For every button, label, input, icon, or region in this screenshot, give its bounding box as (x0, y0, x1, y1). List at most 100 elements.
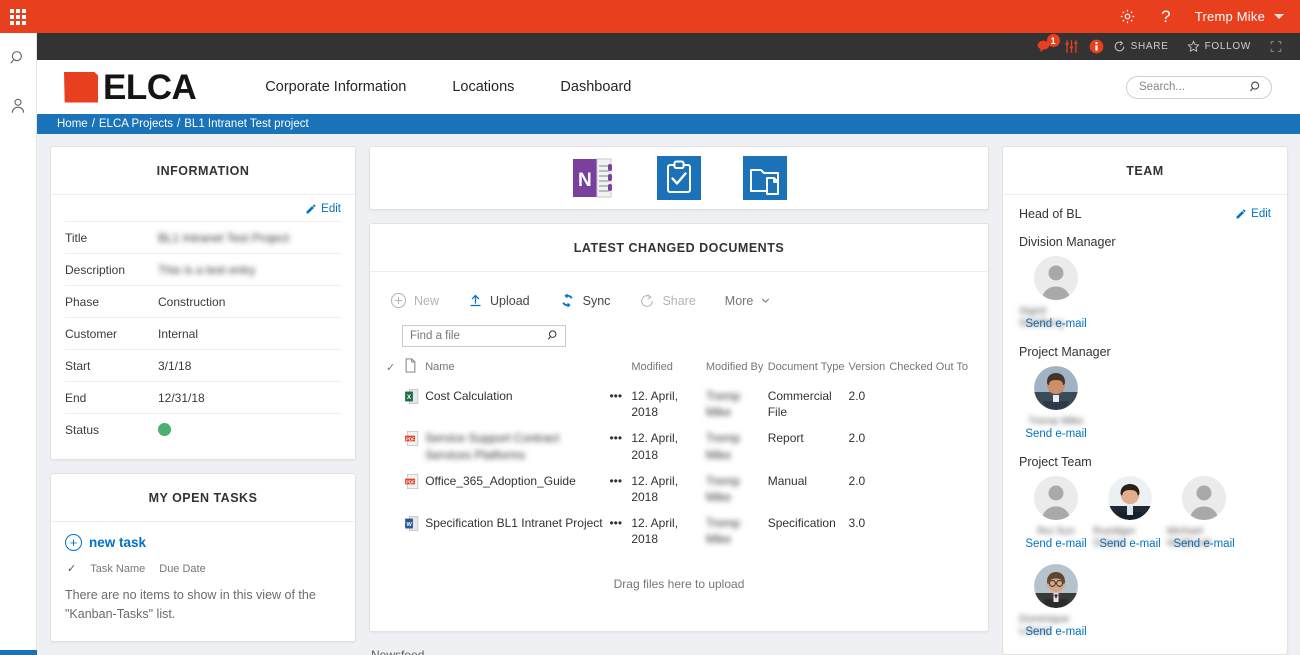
row-checkbox[interactable] (386, 468, 404, 510)
column-checked-out-to[interactable]: Checked Out To (889, 354, 972, 383)
app-launcher-button[interactable] (0, 0, 36, 33)
row-checked-out-to (889, 425, 972, 467)
info-row-start: Start 3/1/18 (65, 349, 341, 381)
folder-document-icon (743, 156, 787, 200)
column-modified[interactable]: Modified (631, 354, 706, 383)
row-checkbox[interactable] (386, 510, 404, 552)
avatar[interactable] (1034, 256, 1078, 300)
row-name[interactable]: Specification BL1 Intranet Project (425, 510, 609, 552)
information-edit-label: Edit (321, 203, 341, 215)
help-button[interactable]: ? (1147, 0, 1185, 33)
focus-mode-button[interactable] (1260, 33, 1292, 60)
table-row[interactable]: PDF Office_365_Adoption_Guide ••• 12. Ap… (386, 468, 972, 510)
row-name[interactable]: Office_365_Adoption_Guide (425, 468, 609, 510)
follow-button[interactable]: FOLLOW (1178, 33, 1260, 60)
left-rail (0, 33, 37, 655)
row-file-icon: W (404, 510, 425, 552)
share-button[interactable]: SHARE (1104, 33, 1178, 60)
avatar[interactable] (1034, 564, 1078, 608)
avatar[interactable] (1034, 476, 1078, 520)
avatar[interactable] (1034, 366, 1078, 410)
user-menu[interactable]: Tremp Mike (1185, 9, 1290, 24)
row-document-type: Commercial File (768, 383, 849, 425)
column-actions (609, 354, 631, 383)
nav-item-locations[interactable]: Locations (429, 73, 537, 101)
site-search (1126, 76, 1272, 99)
share-label: SHARE (1131, 41, 1169, 52)
search-icon[interactable] (1249, 80, 1263, 99)
row-name-redacted[interactable]: Service Support Contract Services Platfo… (425, 425, 609, 467)
send-email-link[interactable]: Send e-mail (1025, 538, 1086, 550)
nav-item-dashboard[interactable]: Dashboard (537, 73, 654, 101)
team-edit-button[interactable]: Edit (1235, 208, 1271, 220)
tasks-empty-message: There are no items to show in this view … (65, 586, 341, 625)
column-document-type[interactable]: Document Type (768, 354, 849, 383)
svg-text:W: W (407, 522, 413, 528)
documents-table: ✓ Name Modified Modified By (386, 354, 972, 553)
row-ellipsis-button[interactable]: ••• (609, 425, 631, 467)
row-ellipsis-button[interactable]: ••• (609, 468, 631, 510)
new-document-button[interactable]: New (388, 288, 452, 313)
info-key: Customer (65, 327, 158, 341)
table-row[interactable]: W Specification BL1 Intranet Project •••… (386, 510, 972, 552)
information-edit-button[interactable]: Edit (65, 195, 341, 221)
nav-item-corporate-information[interactable]: Corporate Information (242, 73, 429, 101)
select-all-checkbox[interactable]: ✓ (386, 354, 404, 383)
rail-profile-button[interactable] (5, 93, 31, 119)
drag-drop-zone[interactable]: Drag files here to upload (386, 553, 972, 617)
table-row[interactable]: PDF Service Support Contract Services Pl… (386, 425, 972, 467)
share-documents-button[interactable]: Share (637, 289, 708, 313)
tasks-tile[interactable] (657, 156, 701, 200)
notifications-button[interactable]: 1 (1037, 39, 1054, 54)
site-action-bar: 1 SHARE (37, 33, 1300, 60)
site-logo[interactable]: ELCA (64, 70, 196, 105)
pdf-file-icon: PDF (404, 430, 419, 447)
row-checkbox[interactable] (386, 425, 404, 467)
svg-text:PDF: PDF (406, 479, 415, 484)
upload-icon (468, 292, 483, 309)
tasks-card-title: MY OPEN TASKS (51, 474, 355, 522)
onenote-tile[interactable]: N (571, 156, 615, 200)
column-name[interactable]: Name (425, 354, 609, 383)
documents-tile[interactable] (743, 156, 787, 200)
rail-accent-bar (0, 650, 37, 655)
row-name[interactable]: Cost Calculation (425, 383, 609, 425)
row-version: 2.0 (849, 468, 890, 510)
row-checked-out-to (889, 383, 972, 425)
person-icon (9, 97, 27, 115)
settings-button[interactable] (1109, 0, 1147, 33)
tasks-column-due-date: Due Date (159, 563, 205, 575)
column-version[interactable]: Version (849, 354, 890, 383)
avatar[interactable] (1182, 476, 1226, 520)
row-file-icon: PDF (404, 425, 425, 467)
suite-bar-actions: ? Tremp Mike (1109, 0, 1300, 33)
team-card-title: TEAM (1003, 147, 1287, 195)
table-row[interactable]: X Cost Calculation ••• 12. April, 2018 T… (386, 383, 972, 425)
site-settings-button[interactable] (1064, 39, 1079, 54)
sync-button[interactable]: Sync (557, 288, 624, 313)
row-checked-out-to (889, 468, 972, 510)
column-modified-by[interactable]: Modified By (706, 354, 768, 383)
upload-button[interactable]: Upload (466, 288, 543, 313)
waffle-icon (10, 9, 26, 25)
site-info-button[interactable] (1089, 39, 1104, 54)
breadcrumb-item-elca-projects[interactable]: ELCA Projects (99, 118, 173, 130)
row-modified: 12. April, 2018 (631, 383, 706, 425)
row-checkbox[interactable] (386, 383, 404, 425)
rail-search-button[interactable] (5, 45, 31, 71)
breadcrumb-item-home[interactable]: Home (57, 118, 88, 130)
tasks-column-headers: ✓ Task Name Due Date (65, 562, 341, 575)
file-type-column (404, 354, 425, 383)
new-task-button[interactable]: + new task (65, 534, 341, 551)
latest-documents-card: LATEST CHANGED DOCUMENTS New (369, 223, 989, 632)
breadcrumb-item-current[interactable]: BL1 Intranet Test project (184, 118, 308, 130)
row-ellipsis-button[interactable]: ••• (609, 510, 631, 552)
search-icon[interactable] (547, 329, 560, 347)
row-ellipsis-button[interactable]: ••• (609, 383, 631, 425)
more-button[interactable]: More (723, 290, 784, 312)
head-of-bl-row: Head of BL Edit (1019, 207, 1271, 221)
find-file-input[interactable] (402, 325, 566, 347)
team-member-name-redacted: Tremp Mike (1028, 415, 1083, 427)
avatar[interactable] (1108, 476, 1152, 520)
send-email-link[interactable]: Send e-mail (1025, 428, 1086, 440)
